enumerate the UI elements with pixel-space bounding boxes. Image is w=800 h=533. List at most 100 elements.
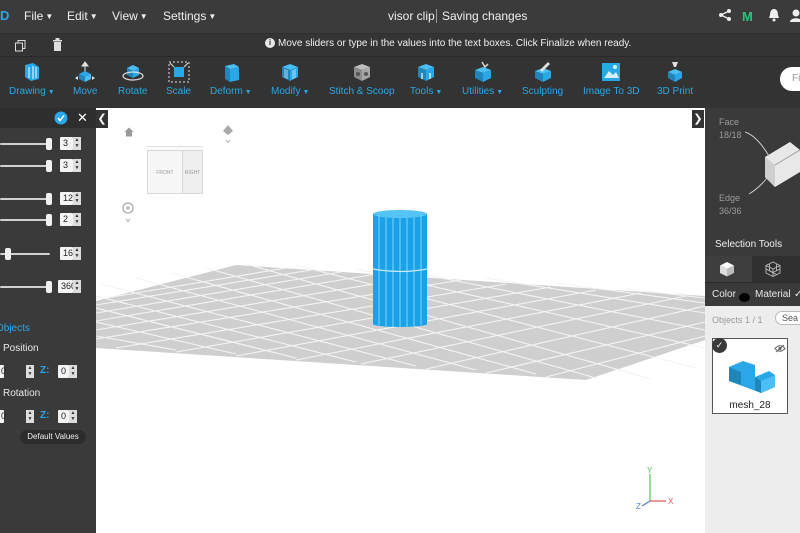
menu-edit[interactable]: Edit ▼	[67, 9, 98, 23]
collapse-right-icon[interactable]: ❯	[692, 110, 704, 128]
slider-knob[interactable]	[46, 138, 52, 150]
scene-canvas: Y X Z	[96, 210, 705, 511]
selection-mode-tabs	[705, 256, 800, 282]
position-z-label: Z:	[40, 365, 50, 376]
stepper-icon[interactable]: ▲ ▼	[73, 137, 81, 150]
document-title[interactable]: visor clip	[388, 9, 435, 23]
slider-row: 360 ▲ ▼	[0, 280, 96, 294]
tool-3d-print[interactable]: 3D Print	[657, 61, 693, 97]
rotation-z-field[interactable]: 0	[58, 410, 69, 423]
trash-icon[interactable]	[53, 38, 62, 56]
info-icon: i	[265, 38, 275, 48]
close-icon[interactable]: ✕	[77, 110, 88, 126]
stepper-icon[interactable]: ▲ ▼	[73, 280, 81, 293]
check-icon[interactable]: ✓	[712, 338, 727, 353]
utilities-icon	[474, 61, 491, 82]
confirm-icon[interactable]	[54, 111, 68, 130]
position-label: Position	[3, 343, 39, 354]
slider-value-field[interactable]: 16	[60, 247, 73, 260]
default-values-button[interactable]: Default Values	[20, 430, 86, 444]
notice-bar: i Move sliders or type in the values int…	[0, 34, 800, 56]
objects-link[interactable]: Objects	[0, 323, 30, 334]
scale-icon	[168, 61, 189, 83]
stepper-icon[interactable]: ▲ ▼	[69, 410, 77, 423]
slider-knob[interactable]	[46, 281, 52, 293]
tool-deform[interactable]: Deform ▼	[210, 61, 252, 97]
rotation-z-label: Z:	[40, 410, 50, 421]
tool-stitch-scoop[interactable]: Stitch & Scoop	[329, 61, 395, 97]
color-swatch[interactable]	[739, 293, 750, 302]
search-objects-input[interactable]: Sea	[775, 311, 800, 325]
m-logo-icon[interactable]: M	[742, 9, 753, 24]
deform-icon	[224, 64, 239, 82]
object-card[interactable]: ✓ mesh_28	[712, 338, 788, 414]
selection-panel: Face 18/18 Edge 36/36 Selection Tools Co…	[705, 108, 800, 533]
tools-icon	[418, 64, 435, 81]
tab-wireframe[interactable]	[752, 256, 800, 282]
slider-value-field[interactable]: 360	[58, 280, 76, 293]
position-z-field[interactable]: 0	[58, 365, 69, 378]
slider-row: 12 ▲ ▼	[0, 192, 96, 206]
object-name: mesh_28	[729, 400, 771, 411]
search-input[interactable]: Fi	[780, 67, 800, 91]
cylinder-object[interactable]	[372, 210, 428, 327]
stepper-icon[interactable]: ▲ ▼	[73, 247, 81, 260]
slider-track[interactable]	[0, 165, 50, 167]
tool-utilities[interactable]: Utilities ▼	[462, 61, 503, 97]
slider-row: 3 ▲ ▼	[0, 159, 96, 173]
tool-rotate[interactable]: Rotate	[118, 61, 147, 97]
tool-scale[interactable]: Scale	[166, 61, 191, 97]
slider-value-field[interactable]: 12	[60, 192, 73, 205]
stepper-icon[interactable]: ▲ ▼	[73, 159, 81, 172]
objects-count: Objects 1 / 1	[712, 315, 763, 325]
slider-track[interactable]	[0, 286, 50, 288]
notice-text: Move sliders or type in the values into …	[278, 38, 632, 49]
slider-knob[interactable]	[5, 248, 11, 260]
slider-knob[interactable]	[46, 160, 52, 172]
menu-view[interactable]: View ▼	[112, 9, 148, 23]
tab-solid[interactable]	[705, 256, 752, 282]
share-icon[interactable]	[718, 8, 732, 27]
wireframe-cube-icon	[765, 261, 781, 277]
slider-knob[interactable]	[46, 214, 52, 226]
stepper-icon[interactable]: ▲ ▼	[69, 365, 77, 378]
collapse-left-icon[interactable]: ❮	[96, 110, 108, 128]
app-logo[interactable]: D	[0, 8, 9, 23]
solid-cube-icon	[720, 262, 734, 277]
material-icon[interactable]: ✓	[794, 289, 800, 300]
drawing-icon	[24, 63, 39, 81]
stepper-icon[interactable]: ▲ ▼	[26, 365, 34, 378]
position-y-field[interactable]: 0	[0, 365, 6, 378]
slider-track[interactable]	[0, 219, 50, 221]
tool-move[interactable]: Move	[73, 61, 97, 97]
slider-value-field[interactable]: 2	[60, 213, 73, 226]
slider-value-field[interactable]: 3	[60, 159, 73, 172]
rotation-label: Rotation	[3, 388, 41, 399]
menu-file[interactable]: File ▼	[24, 9, 53, 23]
stepper-icon[interactable]: ▲ ▼	[26, 410, 34, 423]
edge-label: Edge	[719, 193, 741, 203]
rotation-y-field[interactable]: 0	[0, 410, 6, 423]
color-label[interactable]: Color	[712, 289, 736, 300]
user-icon[interactable]	[790, 8, 800, 27]
copy-icon[interactable]	[15, 39, 26, 57]
selection-tools-label[interactable]: Selection Tools	[715, 239, 782, 250]
material-label[interactable]: Material	[755, 289, 791, 300]
tool-tools[interactable]: Tools ▼	[410, 61, 442, 97]
edge-count: 36/36	[719, 206, 742, 216]
slider-knob[interactable]	[46, 193, 52, 205]
3d-viewport[interactable]: FRONT RIGHT Y X Z	[96, 108, 705, 533]
tool-image-to-3d[interactable]: Image To 3D	[583, 61, 640, 97]
tool-sculpting[interactable]: Sculpting	[522, 61, 563, 97]
tool-drawing[interactable]: Drawing ▼	[9, 61, 55, 97]
bell-icon[interactable]	[768, 8, 780, 27]
tool-modify[interactable]: Modify ▼	[271, 61, 309, 97]
slider-track[interactable]	[0, 143, 50, 145]
stepper-icon[interactable]: ▲ ▼	[73, 213, 81, 226]
face-count: 18/18	[719, 130, 742, 140]
face-label: Face	[719, 117, 740, 127]
slider-track[interactable]	[0, 198, 50, 200]
stepper-icon[interactable]: ▲ ▼	[73, 192, 81, 205]
menu-settings[interactable]: Settings ▼	[163, 9, 216, 23]
slider-value-field[interactable]: 3	[60, 137, 73, 150]
